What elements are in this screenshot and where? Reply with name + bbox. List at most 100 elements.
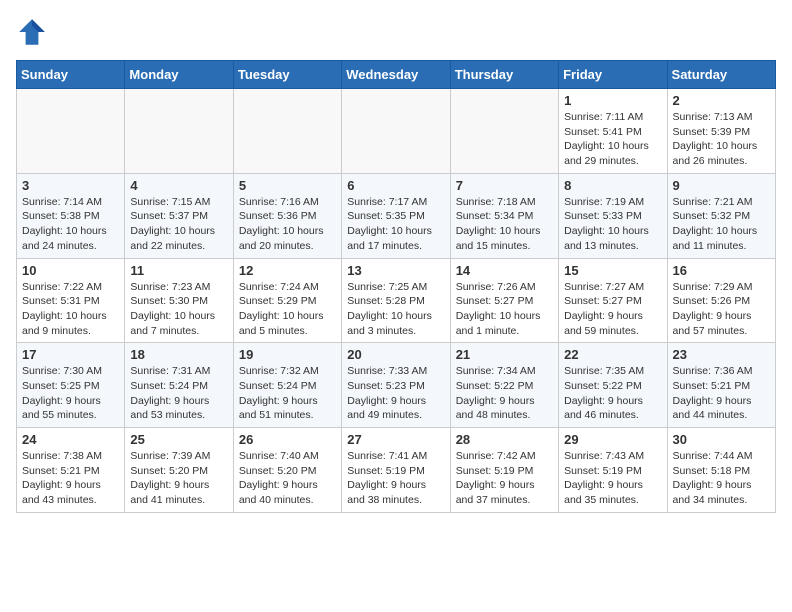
calendar-cell: 12 Sunrise: 7:24 AM Sunset: 5:29 PM Dayli…: [233, 258, 341, 343]
day-info: Sunrise: 7:14 AM Sunset: 5:38 PM Dayligh…: [22, 195, 119, 254]
col-header-wednesday: Wednesday: [342, 61, 450, 89]
week-row-1: 1 Sunrise: 7:11 AM Sunset: 5:41 PM Daylig…: [17, 89, 776, 174]
calendar-cell: 3 Sunrise: 7:14 AM Sunset: 5:38 PM Daylig…: [17, 173, 125, 258]
calendar-cell: [17, 89, 125, 174]
day-number: 26: [239, 432, 336, 447]
calendar-cell: 9 Sunrise: 7:21 AM Sunset: 5:32 PM Daylig…: [667, 173, 775, 258]
calendar-cell: 20 Sunrise: 7:33 AM Sunset: 5:23 PM Dayli…: [342, 343, 450, 428]
calendar-cell: 28 Sunrise: 7:42 AM Sunset: 5:19 PM Dayli…: [450, 428, 558, 513]
day-info: Sunrise: 7:38 AM Sunset: 5:21 PM Dayligh…: [22, 449, 119, 508]
day-number: 5: [239, 178, 336, 193]
day-number: 30: [673, 432, 770, 447]
day-number: 15: [564, 263, 661, 278]
calendar-cell: 18 Sunrise: 7:31 AM Sunset: 5:24 PM Dayli…: [125, 343, 233, 428]
calendar-cell: 7 Sunrise: 7:18 AM Sunset: 5:34 PM Daylig…: [450, 173, 558, 258]
calendar-cell: 4Sunrise: 7:15 AM Sunset: 5:37 PM Daylig…: [125, 173, 233, 258]
day-number: 20: [347, 347, 444, 362]
logo: [16, 16, 52, 48]
day-info: Sunrise: 7:39 AM Sunset: 5:20 PM Dayligh…: [130, 449, 227, 508]
day-number: 25: [130, 432, 227, 447]
col-header-sunday: Sunday: [17, 61, 125, 89]
day-info: Sunrise: 7:34 AM Sunset: 5:22 PM Dayligh…: [456, 364, 553, 423]
day-number: 27: [347, 432, 444, 447]
calendar-cell: 22Sunrise: 7:35 AM Sunset: 5:22 PM Dayli…: [559, 343, 667, 428]
day-info: Sunrise: 7:24 AM Sunset: 5:29 PM Dayligh…: [239, 280, 336, 339]
day-info: Sunrise: 7:26 AM Sunset: 5:27 PM Dayligh…: [456, 280, 553, 339]
day-info: Sunrise: 7:33 AM Sunset: 5:23 PM Dayligh…: [347, 364, 444, 423]
day-info: Sunrise: 7:42 AM Sunset: 5:19 PM Dayligh…: [456, 449, 553, 508]
calendar-cell: 29 Sunrise: 7:43 AM Sunset: 5:19 PM Dayli…: [559, 428, 667, 513]
calendar-cell: 25 Sunrise: 7:39 AM Sunset: 5:20 PM Dayli…: [125, 428, 233, 513]
day-info: Sunrise: 7:31 AM Sunset: 5:24 PM Dayligh…: [130, 364, 227, 423]
page-header: [16, 16, 776, 48]
col-header-friday: Friday: [559, 61, 667, 89]
day-number: 8: [564, 178, 661, 193]
day-info: Sunrise: 7:29 AM Sunset: 5:26 PM Dayligh…: [673, 280, 770, 339]
day-number: 12: [239, 263, 336, 278]
calendar-cell: [125, 89, 233, 174]
day-info: Sunrise: 7:21 AM Sunset: 5:32 PM Dayligh…: [673, 195, 770, 254]
calendar-cell: 1 Sunrise: 7:11 AM Sunset: 5:41 PM Daylig…: [559, 89, 667, 174]
calendar-cell: 15 Sunrise: 7:27 AM Sunset: 5:27 PM Dayli…: [559, 258, 667, 343]
week-row-4: 17 Sunrise: 7:30 AM Sunset: 5:25 PM Dayli…: [17, 343, 776, 428]
day-number: 17: [22, 347, 119, 362]
calendar-cell: 16 Sunrise: 7:29 AM Sunset: 5:26 PM Dayli…: [667, 258, 775, 343]
day-info: Sunrise: 7:32 AM Sunset: 5:24 PM Dayligh…: [239, 364, 336, 423]
week-row-3: 10 Sunrise: 7:22 AM Sunset: 5:31 PM Dayli…: [17, 258, 776, 343]
day-info: Sunrise: 7:25 AM Sunset: 5:28 PM Dayligh…: [347, 280, 444, 339]
day-info: Sunrise: 7:17 AM Sunset: 5:35 PM Dayligh…: [347, 195, 444, 254]
day-info: Sunrise: 7:43 AM Sunset: 5:19 PM Dayligh…: [564, 449, 661, 508]
calendar-cell: 27 Sunrise: 7:41 AM Sunset: 5:19 PM Dayli…: [342, 428, 450, 513]
calendar-cell: [233, 89, 341, 174]
day-number: 29: [564, 432, 661, 447]
day-info: Sunrise: 7:23 AM Sunset: 5:30 PM Dayligh…: [130, 280, 227, 339]
col-header-tuesday: Tuesday: [233, 61, 341, 89]
day-info: Sunrise: 7:15 AM Sunset: 5:37 PM Dayligh…: [130, 195, 227, 254]
calendar-cell: 10 Sunrise: 7:22 AM Sunset: 5:31 PM Dayli…: [17, 258, 125, 343]
calendar-cell: 30Sunrise: 7:44 AM Sunset: 5:18 PM Dayli…: [667, 428, 775, 513]
day-info: Sunrise: 7:41 AM Sunset: 5:19 PM Dayligh…: [347, 449, 444, 508]
calendar-header-row: SundayMondayTuesdayWednesdayThursdayFrid…: [17, 61, 776, 89]
calendar-cell: 8Sunrise: 7:19 AM Sunset: 5:33 PM Daylig…: [559, 173, 667, 258]
day-number: 23: [673, 347, 770, 362]
day-info: Sunrise: 7:35 AM Sunset: 5:22 PM Dayligh…: [564, 364, 661, 423]
col-header-thursday: Thursday: [450, 61, 558, 89]
calendar-table: SundayMondayTuesdayWednesdayThursdayFrid…: [16, 60, 776, 513]
day-number: 7: [456, 178, 553, 193]
day-info: Sunrise: 7:27 AM Sunset: 5:27 PM Dayligh…: [564, 280, 661, 339]
day-info: Sunrise: 7:11 AM Sunset: 5:41 PM Dayligh…: [564, 110, 661, 169]
week-row-5: 24Sunrise: 7:38 AM Sunset: 5:21 PM Dayli…: [17, 428, 776, 513]
day-number: 11: [130, 263, 227, 278]
day-number: 13: [347, 263, 444, 278]
day-info: Sunrise: 7:18 AM Sunset: 5:34 PM Dayligh…: [456, 195, 553, 254]
day-number: 14: [456, 263, 553, 278]
day-info: Sunrise: 7:40 AM Sunset: 5:20 PM Dayligh…: [239, 449, 336, 508]
calendar-cell: 17 Sunrise: 7:30 AM Sunset: 5:25 PM Dayli…: [17, 343, 125, 428]
calendar-cell: 14 Sunrise: 7:26 AM Sunset: 5:27 PM Dayli…: [450, 258, 558, 343]
day-number: 2: [673, 93, 770, 108]
day-info: Sunrise: 7:36 AM Sunset: 5:21 PM Dayligh…: [673, 364, 770, 423]
day-number: 9: [673, 178, 770, 193]
day-number: 18: [130, 347, 227, 362]
calendar-cell: [342, 89, 450, 174]
day-number: 19: [239, 347, 336, 362]
day-info: Sunrise: 7:22 AM Sunset: 5:31 PM Dayligh…: [22, 280, 119, 339]
calendar-cell: 24Sunrise: 7:38 AM Sunset: 5:21 PM Dayli…: [17, 428, 125, 513]
day-number: 1: [564, 93, 661, 108]
day-number: 21: [456, 347, 553, 362]
calendar-cell: 13 Sunrise: 7:25 AM Sunset: 5:28 PM Dayli…: [342, 258, 450, 343]
day-number: 16: [673, 263, 770, 278]
week-row-2: 3 Sunrise: 7:14 AM Sunset: 5:38 PM Daylig…: [17, 173, 776, 258]
logo-icon: [16, 16, 48, 48]
calendar-cell: 23 Sunrise: 7:36 AM Sunset: 5:21 PM Dayli…: [667, 343, 775, 428]
day-number: 6: [347, 178, 444, 193]
day-number: 28: [456, 432, 553, 447]
day-number: 10: [22, 263, 119, 278]
day-number: 3: [22, 178, 119, 193]
day-info: Sunrise: 7:30 AM Sunset: 5:25 PM Dayligh…: [22, 364, 119, 423]
calendar-cell: 11 Sunrise: 7:23 AM Sunset: 5:30 PM Dayli…: [125, 258, 233, 343]
calendar-cell: 6 Sunrise: 7:17 AM Sunset: 5:35 PM Daylig…: [342, 173, 450, 258]
calendar-cell: 2Sunrise: 7:13 AM Sunset: 5:39 PM Daylig…: [667, 89, 775, 174]
calendar-cell: 5Sunrise: 7:16 AM Sunset: 5:36 PM Daylig…: [233, 173, 341, 258]
col-header-monday: Monday: [125, 61, 233, 89]
